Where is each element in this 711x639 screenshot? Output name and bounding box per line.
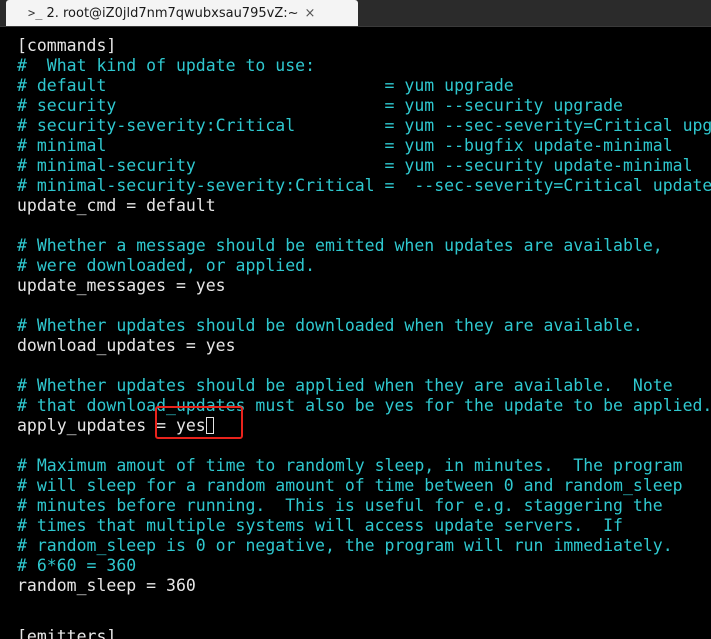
terminal-line-text: # security = yum --security upgrade bbox=[17, 96, 623, 115]
terminal-line-text: # random_sleep is 0 or negative, the pro… bbox=[17, 536, 673, 555]
terminal-line: # Maximum amout of time to randomly slee… bbox=[17, 456, 711, 476]
terminal-line: # were downloaded, or applied. bbox=[17, 256, 711, 276]
terminal-line-text: # times that multiple systems will acces… bbox=[17, 516, 623, 535]
terminal-line: # 6*60 = 360 bbox=[17, 556, 711, 576]
terminal-line-text: # minimal-security-severity:Critical = -… bbox=[17, 176, 711, 195]
terminal-line-text: # What kind of update to use: bbox=[17, 56, 316, 75]
terminal-line-text: # were downloaded, or applied. bbox=[17, 256, 316, 275]
terminal-line: # Whether a message should be emitted wh… bbox=[17, 236, 711, 256]
terminal-prompt-icon: >_ bbox=[28, 6, 43, 20]
terminal-line-text: random_sleep = 360 bbox=[17, 576, 196, 595]
tab-session-2[interactable]: >_ 2. root@iZ0jld7nm7qwubxsau795vZ:~ × bbox=[6, 0, 358, 26]
terminal-line: # minimal-security = yum --security upda… bbox=[17, 156, 711, 176]
terminal-line: random_sleep = 360 bbox=[17, 576, 711, 596]
terminal-line-text: # minutes before running. This is useful… bbox=[17, 496, 663, 515]
terminal-lines: [commands] # What kind of update to use: #… bbox=[17, 36, 711, 596]
tab-title: 2. root@iZ0jld7nm7qwubxsau795vZ:~ bbox=[46, 5, 299, 21]
terminal-line: # random_sleep is 0 or negative, the pro… bbox=[17, 536, 711, 556]
terminal-line-text: [commands] bbox=[17, 36, 117, 55]
terminal-line: update_messages = yes bbox=[17, 276, 711, 296]
terminal-line-text: # minimal-security = yum --security upda… bbox=[17, 156, 693, 175]
terminal-line-text: update_messages = yes bbox=[17, 276, 226, 295]
terminal-line: # minimal-security-severity:Critical = -… bbox=[17, 176, 711, 196]
text-cursor bbox=[205, 417, 214, 434]
terminal-line: # that download_updates must also be yes… bbox=[17, 396, 711, 416]
terminal-line-text: download_updates = yes bbox=[17, 336, 236, 355]
terminal-line-text: # will sleep for a random amount of time… bbox=[17, 476, 683, 495]
terminal-line-text: # that download_updates must also be yes… bbox=[17, 396, 711, 415]
terminal-line: download_updates = yes bbox=[17, 336, 711, 356]
terminal-line: # minimal = yum --bugfix update-minimal bbox=[17, 136, 711, 156]
terminal-line: [commands] bbox=[17, 36, 711, 56]
tab-bar: >_ 2. root@iZ0jld7nm7qwubxsau795vZ:~ × bbox=[0, 0, 711, 27]
terminal-line-text: # Maximum amout of time to randomly slee… bbox=[17, 456, 683, 475]
close-icon[interactable]: × bbox=[305, 6, 316, 21]
terminal-line-text: apply_updates = yes bbox=[17, 416, 206, 435]
terminal-line: # security-severity:Critical = yum --sec… bbox=[17, 116, 711, 136]
terminal-line: # security = yum --security upgrade bbox=[17, 96, 711, 116]
terminal-line-text: # Whether updates should be applied when… bbox=[17, 376, 673, 395]
terminal-line: apply_updates = yes bbox=[17, 416, 711, 436]
terminal-line: # Whether updates should be downloaded w… bbox=[17, 316, 711, 336]
terminal-partial-line: [emitters] bbox=[17, 627, 117, 639]
terminal-line: # default = yum upgrade bbox=[17, 76, 711, 96]
terminal-line-text: # Whether updates should be downloaded w… bbox=[17, 316, 643, 335]
terminal-line-text: # minimal = yum --bugfix update-minimal bbox=[17, 136, 673, 155]
terminal-line-text: # default = yum upgrade bbox=[17, 76, 514, 95]
terminal-line: # What kind of update to use: bbox=[17, 56, 711, 76]
terminal-line-text: update_cmd = default bbox=[17, 196, 216, 215]
terminal-line: # Whether updates should be applied when… bbox=[17, 376, 711, 396]
terminal-output[interactable]: [commands] # What kind of update to use: #… bbox=[0, 27, 711, 639]
terminal-line-text: # 6*60 = 360 bbox=[17, 556, 137, 575]
terminal-line: # minutes before running. This is useful… bbox=[17, 496, 711, 516]
terminal-line-text: # security-severity:Critical = yum --sec… bbox=[17, 116, 711, 135]
terminal-line: update_cmd = default bbox=[17, 196, 711, 216]
terminal-line-text: # Whether a message should be emitted wh… bbox=[17, 236, 663, 255]
terminal-line: # times that multiple systems will acces… bbox=[17, 516, 711, 536]
terminal-line: # will sleep for a random amount of time… bbox=[17, 476, 711, 496]
